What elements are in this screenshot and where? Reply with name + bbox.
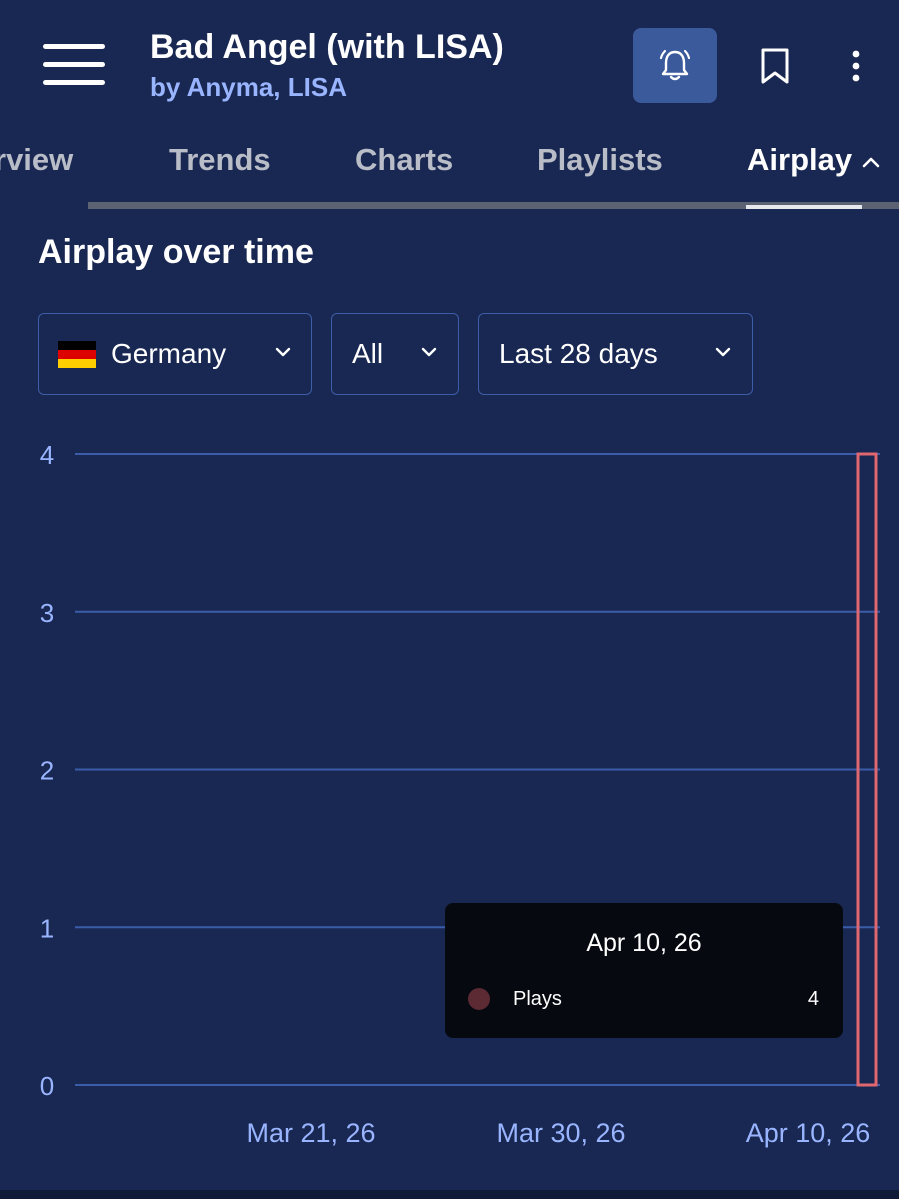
x-tick-label: Mar 21, 26 xyxy=(246,1118,375,1148)
bookmark-icon xyxy=(761,48,789,84)
series-color-dot xyxy=(468,988,490,1010)
period-value: Last 28 days xyxy=(499,338,658,369)
section-title: Airplay over time xyxy=(38,233,314,271)
y-tick-label: 2 xyxy=(40,756,54,786)
x-tick-label: Apr 10, 26 xyxy=(746,1118,871,1148)
tooltip-date: Apr 10, 26 xyxy=(586,929,702,957)
artist-subtitle[interactable]: by Anyma, LISA xyxy=(150,72,347,103)
chevron-down-icon xyxy=(715,347,731,357)
y-tick-label: 3 xyxy=(40,598,54,628)
tab-trends[interactable]: Trends xyxy=(169,142,271,178)
type-value: All xyxy=(352,338,384,369)
tab-bar: rview Trends Charts Playlists Airplay xyxy=(0,128,899,210)
tab-overview[interactable]: rview xyxy=(0,142,73,178)
country-dropdown[interactable]: Germany xyxy=(38,313,312,395)
tab-airplay[interactable]: Airplay xyxy=(747,142,880,178)
y-tick-label: 1 xyxy=(40,913,54,943)
tab-airplay-label: Airplay xyxy=(747,142,853,177)
chart-canvas: 0 1 2 3 4 Mar 21, 26 Mar 30, 26 Apr 10, 26 xyxy=(40,440,880,1148)
chart-tooltip: Apr 10, 26 Plays 4 xyxy=(445,903,843,1038)
tooltip-value: 4 xyxy=(807,988,819,1010)
y-tick-label: 4 xyxy=(40,440,54,470)
menu-icon[interactable] xyxy=(43,44,105,86)
tab-playlists[interactable]: Playlists xyxy=(537,142,663,178)
airplay-chart[interactable]: 0 1 2 3 4 Mar 21, 26 Mar 30, 26 Apr 10, 26 xyxy=(0,430,899,1170)
type-dropdown[interactable]: All xyxy=(331,313,459,395)
bottom-edge xyxy=(0,1190,899,1199)
tooltip-series-name: Plays xyxy=(513,988,562,1010)
bell-icon xyxy=(659,49,691,80)
tab-charts[interactable]: Charts xyxy=(355,142,453,178)
active-tab-indicator xyxy=(746,205,862,209)
app-header: Bad Angel (with LISA) by Anyma, LISA xyxy=(0,0,899,120)
period-dropdown[interactable]: Last 28 days xyxy=(478,313,753,395)
country-value: Germany xyxy=(111,338,227,369)
germany-flag-icon xyxy=(58,340,96,368)
bookmark-button[interactable] xyxy=(755,44,795,88)
alert-button[interactable] xyxy=(633,28,717,103)
chevron-down-icon xyxy=(275,347,291,357)
chevron-down-icon xyxy=(421,347,437,357)
more-button[interactable] xyxy=(840,44,872,88)
y-tick-label: 0 xyxy=(40,1071,54,1101)
chevron-up-icon xyxy=(862,157,880,168)
x-tick-label: Mar 30, 26 xyxy=(496,1118,625,1148)
more-vertical-icon xyxy=(852,50,860,82)
song-title: Bad Angel (with LISA) xyxy=(150,28,504,66)
